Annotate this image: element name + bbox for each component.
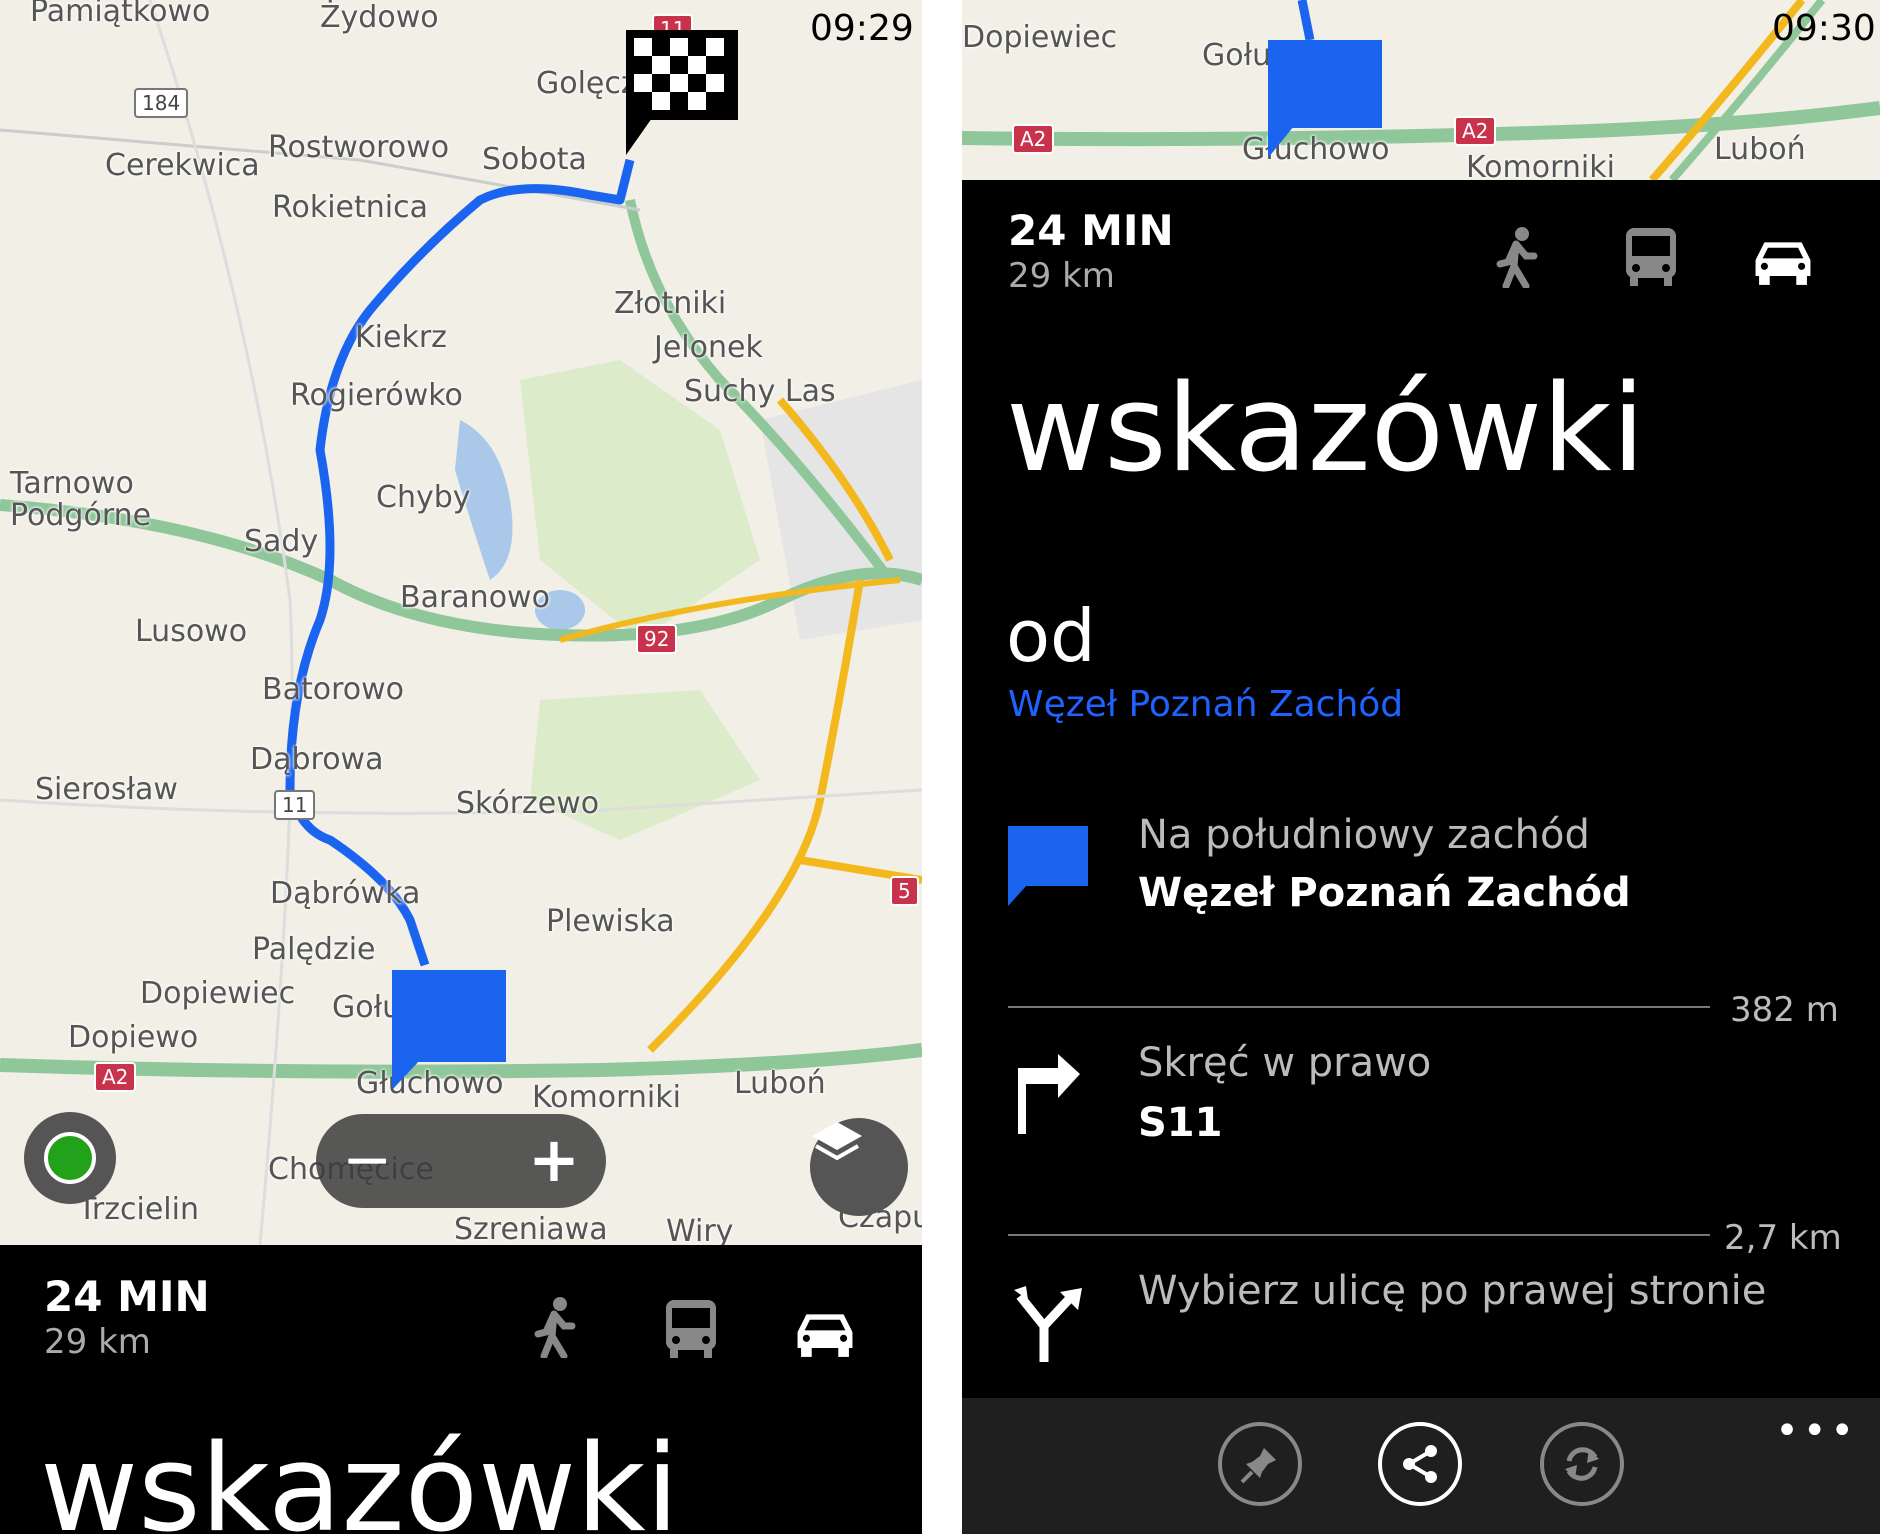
map-label: Cerekwica [105,148,260,183]
zoom-in-button[interactable]: + [528,1129,580,1191]
map-label: Złotniki [614,286,727,321]
map-label: Tarnowo Podgórne [10,466,152,533]
step-instruction[interactable]: Wybierz ulicę po prawej stronie [1138,1268,1766,1314]
road-number-badge: 184 [134,88,189,118]
map-view[interactable]: 09:29 Pamiątkowo Żydowo Golęczewo Cerekw… [0,0,922,1245]
map-label: Szreniawa [454,1212,608,1245]
map-label: Skórzewo [456,786,600,821]
transit-mode-icon[interactable] [660,1298,722,1360]
start-flag-icon[interactable] [392,970,508,1092]
step-distance: 382 m [1730,990,1839,1030]
map-label: Batorowo [262,672,405,707]
map-label: Sobota [482,142,587,177]
route-time: 24 MIN [1008,206,1174,255]
map-label: Pamiątkowo [30,0,211,29]
step-divider [1008,1234,1710,1236]
map-label: Trzcielin [78,1192,199,1227]
pin-icon [1240,1448,1276,1484]
zoom-control: − + [316,1114,606,1208]
map-label: Baranowo [400,580,550,615]
walking-mode-icon[interactable] [1486,226,1548,288]
zoom-out-button[interactable]: − [342,1130,392,1190]
share-button[interactable] [1378,1422,1462,1506]
road-number-badge: A2 [94,1062,137,1092]
road-number-badge: A2 [1012,124,1055,154]
start-flag-icon[interactable] [1268,40,1384,160]
map-label: Dopiewo [68,1020,199,1055]
road-number-badge: 5 [890,876,919,906]
map-label: Jelonek [654,330,763,365]
step-instruction[interactable]: Skręć w prawo [1138,1040,1431,1086]
turn-right-icon [1018,1054,1080,1134]
left-screen: 09:29 Pamiątkowo Żydowo Golęczewo Cerekw… [0,0,922,1534]
map-label: Komorniki [532,1080,681,1115]
layers-icon [812,1122,862,1161]
status-time: 09:30 [1772,8,1876,49]
app-bar: ••• [962,1398,1880,1534]
map-view[interactable]: 09:30 Dopiewiec Gołuski Głuchowo Komorni… [962,0,1880,180]
map-label: Rostworowo [268,130,450,165]
road-number-badge: 92 [636,624,678,654]
refresh-icon [1565,1447,1599,1481]
map-label: Lusowo [135,614,248,649]
step-distance: 2,7 km [1724,1218,1842,1258]
pin-button[interactable] [1218,1422,1302,1506]
map-label: Rogierówko [290,378,463,413]
map-label: Dopiewiec [962,20,1118,55]
from-label: od [1006,594,1096,678]
screen-separator [922,0,962,1534]
map-label: Komorniki [1466,150,1615,180]
route-distance: 29 km [1008,256,1115,296]
map-label: Plewiska [546,904,675,939]
status-time: 09:29 [810,8,914,49]
map-label: Luboń [734,1066,826,1101]
finish-flag-icon[interactable] [626,30,742,160]
map-label: Dąbrowa [250,742,384,777]
map-label: Żydowo [320,0,439,35]
map-label: Wiry [666,1214,734,1245]
start-flag-icon [1008,826,1088,906]
route-distance: 29 km [44,1322,151,1362]
map-label: Dąbrówka [270,876,421,911]
keep-right-icon [1014,1286,1082,1362]
step-detail: S11 [1138,1100,1223,1146]
my-location-button[interactable] [24,1112,116,1204]
map-layers-button[interactable] [810,1118,908,1216]
car-mode-icon[interactable] [794,1302,856,1364]
walking-mode-icon[interactable] [524,1296,586,1358]
car-mode-icon[interactable] [1752,230,1814,292]
share-icon [1403,1445,1437,1483]
road-number-badge: A2 [1454,116,1497,146]
step-instruction[interactable]: Na południowy zachód [1138,812,1590,858]
refresh-button[interactable] [1540,1422,1624,1506]
from-place-link[interactable]: Węzeł Poznań Zachód [1008,684,1403,725]
map-label: Rokietnica [272,190,429,225]
page-title: wskazówki [1006,360,1645,499]
map-label: Palędzie [252,932,376,967]
step-divider [1008,1006,1710,1008]
location-dot-icon [44,1132,96,1184]
map-label: Dopiewiec [140,976,296,1011]
map-label: Suchy Las [684,374,836,409]
right-screen: 09:30 Dopiewiec Gołuski Głuchowo Komorni… [962,0,1880,1534]
road-number-badge: 11 [274,790,316,820]
page-title: wskazówki [40,1420,679,1534]
map-label: Chyby [376,480,471,515]
map-label: Sady [244,524,319,559]
route-time: 24 MIN [44,1272,210,1321]
transit-mode-icon[interactable] [1620,226,1682,288]
map-label: Kiekrz [355,320,447,355]
map-label: Sierosław [35,772,178,807]
more-options-button[interactable]: ••• [1775,1408,1858,1454]
step-detail: Węzeł Poznań Zachód [1138,870,1631,916]
map-label: Luboń [1714,132,1806,167]
